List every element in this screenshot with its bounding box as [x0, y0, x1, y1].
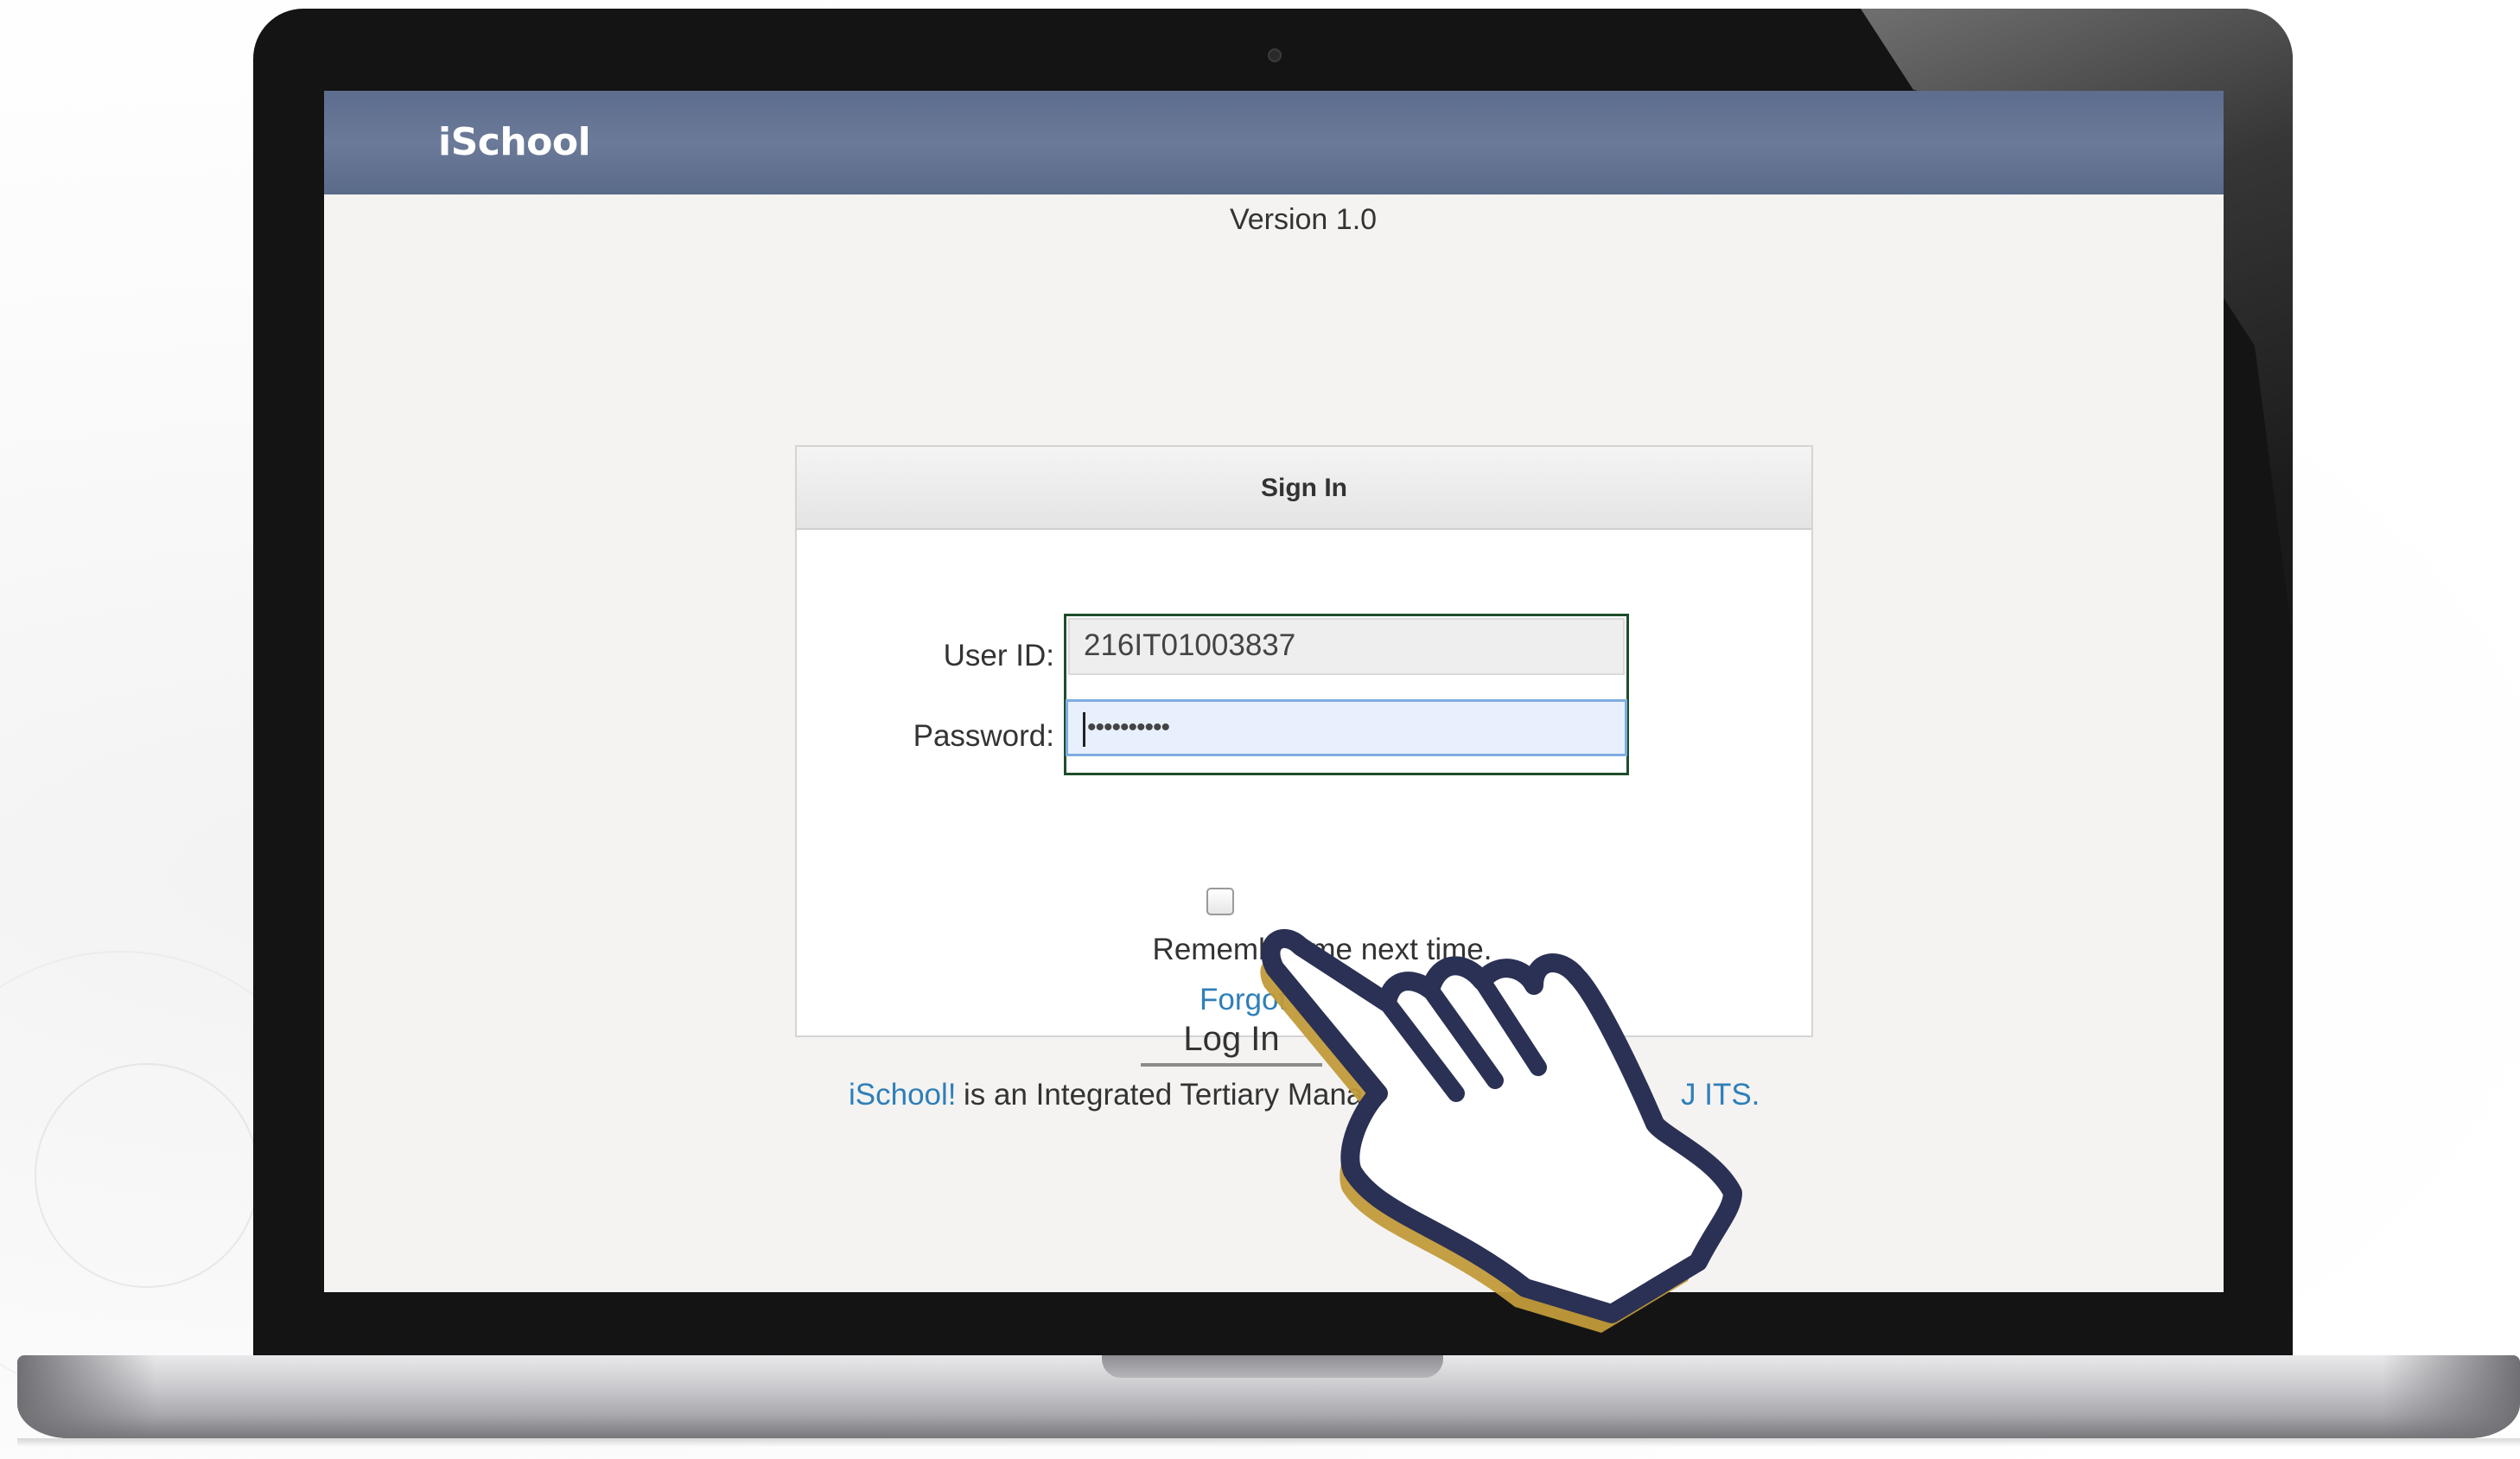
base-notch — [1102, 1355, 1443, 1378]
base-edge-right — [2382, 1355, 2520, 1438]
password-input[interactable]: •••••••••• — [1066, 699, 1627, 756]
panel-header: Sign In — [797, 447, 1811, 530]
base-edge-left — [17, 1355, 156, 1438]
pointing-hand-icon — [1249, 908, 1776, 1357]
base-shadow — [17, 1438, 2520, 1447]
password-label: Password: — [913, 719, 1054, 753]
camera-icon — [1268, 48, 1282, 62]
brand-logo: iSchool — [438, 120, 591, 164]
user-id-input[interactable]: 216IT01003837 — [1068, 618, 1625, 675]
text-caret — [1083, 712, 1085, 747]
app-header: iSchool — [324, 91, 2224, 194]
footer-brand-link[interactable]: iSchool! — [849, 1074, 957, 1116]
panel-title: Sign In — [1261, 474, 1347, 502]
remember-checkbox[interactable] — [1206, 888, 1234, 915]
user-id-label: User ID: — [943, 639, 1054, 672]
version-text: Version 1.0 — [1229, 203, 1378, 236]
